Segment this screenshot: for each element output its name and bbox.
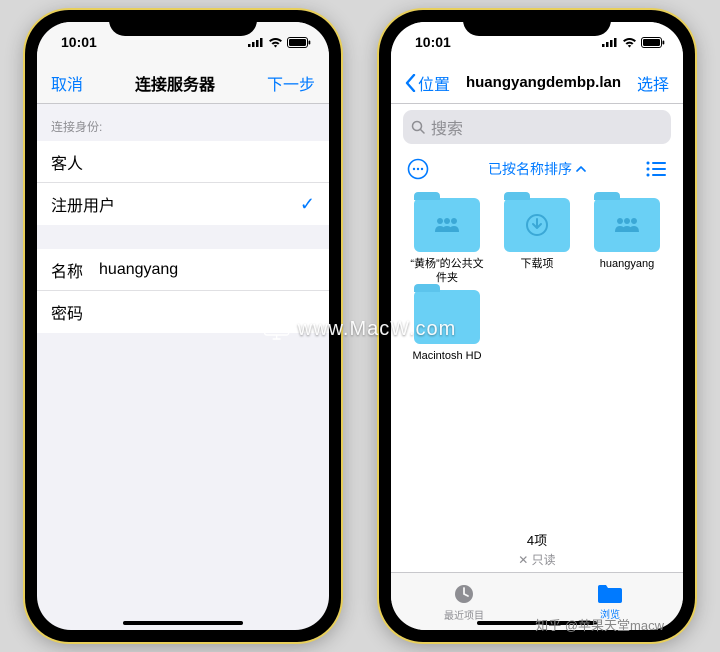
view-toggle-button[interactable] [643, 156, 669, 182]
folder-item[interactable]: “黄杨”的公共文件夹 [405, 198, 489, 286]
search-icon [411, 120, 425, 134]
battery-icon [287, 37, 311, 48]
folder-item[interactable]: Macintosh HD [405, 290, 489, 364]
footer-info: 4项 ✕ 只读 [391, 524, 683, 572]
row-password[interactable]: 密码 [37, 291, 329, 333]
clock-icon [452, 582, 476, 606]
chevron-up-icon [576, 166, 586, 172]
search-input[interactable]: 搜索 [403, 110, 671, 144]
section-header: 连接身份: [37, 104, 329, 141]
item-count: 4项 [391, 530, 683, 549]
navbar: 位置 huangyangdembp.lan 选择 [391, 62, 683, 104]
row-guest[interactable]: 客人 [37, 141, 329, 183]
folder-icon [414, 290, 480, 344]
field-value: huangyang [99, 261, 178, 279]
wifi-icon [268, 37, 283, 48]
wifi-icon [622, 37, 637, 48]
sort-bar: 已按名称排序 [391, 148, 683, 188]
folder-item[interactable]: huangyang [585, 198, 669, 286]
row-label: 注册用户 [51, 192, 115, 216]
sort-label: 已按名称排序 [488, 159, 572, 179]
list-view-icon [646, 161, 666, 177]
notch [109, 10, 257, 36]
signal-icon [602, 37, 618, 47]
folder-icon [597, 583, 623, 605]
search-placeholder: 搜索 [431, 115, 463, 139]
nav-title: 连接服务器 [135, 71, 215, 95]
row-name[interactable]: 名称 huangyang [37, 249, 329, 291]
folder-icon [504, 198, 570, 252]
battery-icon [641, 37, 665, 48]
folder-name: huangyang [600, 258, 654, 272]
sort-button[interactable]: 已按名称排序 [488, 159, 586, 179]
options-button[interactable] [405, 156, 431, 182]
folder-name: “黄杨”的公共文件夹 [407, 258, 487, 286]
readonly-label: ✕ 只读 [391, 551, 683, 568]
signal-icon [248, 37, 264, 47]
back-button[interactable]: 位置 [405, 71, 450, 95]
home-indicator[interactable] [123, 621, 243, 625]
row-label: 客人 [51, 150, 83, 174]
folder-glyph-icon [612, 217, 642, 233]
checkmark-icon: ✓ [300, 194, 315, 215]
ellipsis-circle-icon [407, 158, 429, 180]
folder-name: Macintosh HD [412, 350, 481, 364]
phone-left: 10:01 取消 连接服务器 下一步 连接身份: 客人 注册用户 ✓ [25, 10, 341, 642]
cancel-button[interactable]: 取消 [51, 71, 83, 95]
folder-glyph-icon [432, 217, 462, 233]
navbar: 取消 连接服务器 下一步 [37, 62, 329, 104]
status-time: 10:01 [61, 34, 97, 50]
chevron-left-icon [405, 74, 416, 92]
folder-icon [594, 198, 660, 252]
folder-icon [414, 198, 480, 252]
select-button[interactable]: 选择 [637, 71, 669, 95]
row-registered[interactable]: 注册用户 ✓ [37, 183, 329, 225]
folder-name: 下载项 [521, 258, 554, 272]
status-time: 10:01 [415, 34, 451, 50]
nav-title: huangyangdembp.lan [466, 74, 621, 91]
back-label: 位置 [418, 71, 450, 95]
next-button[interactable]: 下一步 [267, 71, 315, 95]
attribution: 知乎 @苹果天堂macw [535, 615, 664, 634]
phone-right: 10:01 位置 huangyangdembp.lan 选择 搜索 已 [379, 10, 695, 642]
field-label: 名称 [51, 258, 83, 282]
tab-label: 最近项目 [444, 607, 484, 622]
notch [463, 10, 611, 36]
field-label: 密码 [51, 300, 83, 324]
folder-item[interactable]: 下载项 [495, 198, 579, 286]
folder-glyph-icon [525, 213, 549, 237]
